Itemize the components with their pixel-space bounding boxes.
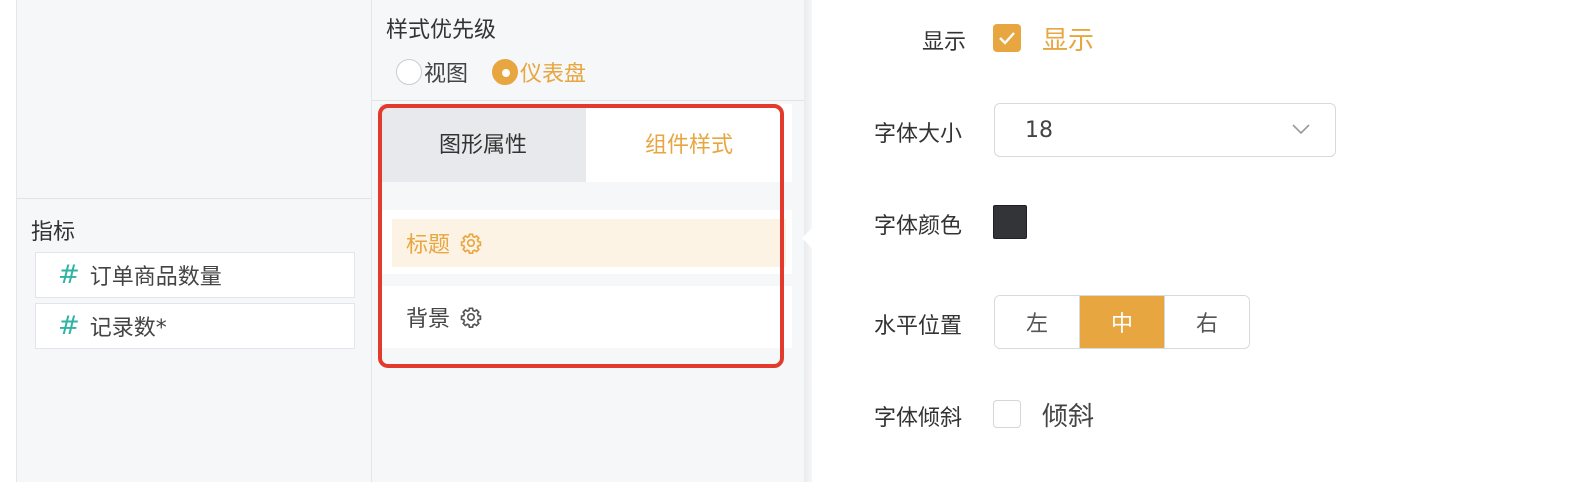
align-center-option[interactable]: 中 xyxy=(1079,296,1164,348)
hash-icon: # xyxy=(58,260,80,290)
divider xyxy=(372,100,804,101)
hash-icon: # xyxy=(58,311,80,341)
align-right-option[interactable]: 右 xyxy=(1164,296,1249,348)
field-panel: 指标 # 订单商品数量 # 记录数* xyxy=(16,0,373,482)
font-size-label: 字体大小 xyxy=(874,122,963,147)
radio-dashboard[interactable]: 仪表盘 xyxy=(492,56,586,88)
radio-label: 仪表盘 xyxy=(520,62,587,87)
gear-icon[interactable] xyxy=(460,306,482,328)
font-color-label: 字体颜色 xyxy=(874,214,963,239)
component-item-label: 标题 xyxy=(406,233,451,258)
tab-component-style[interactable]: 组件样式 xyxy=(586,104,792,182)
style-priority-radio-group: 视图 仪表盘 xyxy=(396,56,610,88)
show-label: 显示 xyxy=(922,30,967,55)
show-checkbox[interactable] xyxy=(993,24,1021,52)
italic-checkbox[interactable] xyxy=(993,400,1021,428)
font-size-select[interactable]: 18 xyxy=(994,103,1336,157)
italic-checkbox-label[interactable]: 倾斜 xyxy=(1042,396,1094,433)
check-icon xyxy=(999,32,1015,45)
divider xyxy=(17,198,373,199)
font-size-value: 18 xyxy=(1025,117,1053,143)
page: 指标 # 订单商品数量 # 记录数* 样式优先级 视图 仪表盘 图形属性 组件样… xyxy=(0,0,1588,482)
horizontal-align-segmented: 左 中 右 xyxy=(994,295,1250,349)
style-priority-title: 样式优先级 xyxy=(386,18,497,43)
horizontal-align-label: 水平位置 xyxy=(874,314,963,339)
radio-label: 视图 xyxy=(424,62,469,87)
chevron-down-icon xyxy=(1292,124,1310,135)
component-item-label: 背景 xyxy=(406,307,451,332)
show-checkbox-label[interactable]: 显示 xyxy=(1042,20,1094,57)
panel-pointer-arrow xyxy=(802,228,812,248)
align-left-option[interactable]: 左 xyxy=(995,296,1079,348)
component-item-background[interactable]: 背景 xyxy=(392,293,786,341)
style-panel: 样式优先级 视图 仪表盘 图形属性 组件样式 标题 背景 xyxy=(372,0,808,482)
component-item-title[interactable]: 标题 xyxy=(392,219,786,267)
radio-view[interactable]: 视图 xyxy=(396,56,468,88)
metrics-section-title: 指标 xyxy=(31,220,76,245)
gear-icon[interactable] xyxy=(460,232,482,254)
style-tabs: 图形属性 组件样式 xyxy=(380,104,792,182)
field-label: 订单商品数量 xyxy=(89,265,222,290)
radio-circle xyxy=(396,59,422,85)
field-item-record-count[interactable]: # 记录数* xyxy=(35,303,355,349)
field-item-order-quantity[interactable]: # 订单商品数量 xyxy=(35,252,355,298)
tab-graphic-properties[interactable]: 图形属性 xyxy=(380,104,586,182)
font-italic-label: 字体倾斜 xyxy=(874,406,963,431)
field-label: 记录数* xyxy=(89,316,167,341)
radio-circle-checked xyxy=(492,59,519,85)
font-color-swatch[interactable] xyxy=(993,205,1027,239)
